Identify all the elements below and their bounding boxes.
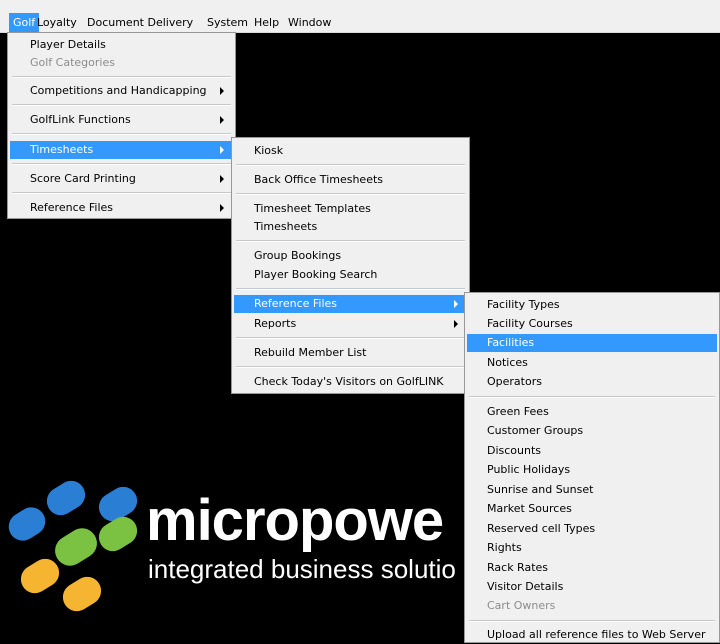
menu-item-timesheet-templates[interactable]: Timesheet Templates	[234, 200, 467, 218]
menu-item-operators[interactable]: Operators	[467, 373, 717, 391]
menu-separator	[236, 164, 465, 166]
menu-item-customer-groups[interactable]: Customer Groups	[467, 422, 717, 440]
menu-item-public-holidays[interactable]: Public Holidays	[467, 461, 717, 479]
menu-item-facility-courses[interactable]: Facility Courses	[467, 315, 717, 333]
menu-item-cart-owners: Cart Owners	[487, 599, 556, 612]
menu-bar: Golf Loyalty Document Delivery System He…	[0, 0, 720, 33]
menu-separator	[236, 366, 465, 368]
menu-item-score-card-printing[interactable]: Score Card Printing	[10, 170, 233, 188]
menu-item-reference-files[interactable]: Reference Files	[234, 295, 467, 313]
menu-item-market-sources[interactable]: Market Sources	[467, 500, 717, 518]
menu-item-label: GolfLink Functions	[30, 113, 131, 126]
menu-item-label: Score Card Printing	[30, 172, 136, 185]
menu-window[interactable]: Window	[284, 13, 335, 32]
menu-separator	[12, 133, 231, 135]
menu-system[interactable]: System	[203, 13, 252, 32]
menu-item-check-todays-visitors[interactable]: Check Today's Visitors on GolfLINK	[234, 373, 467, 391]
submenu-arrow-icon	[220, 87, 224, 95]
menu-item-group-bookings[interactable]: Group Bookings	[234, 247, 467, 265]
timesheets-submenu: Kiosk Back Office Timesheets Timesheet T…	[231, 137, 470, 394]
menu-separator	[236, 337, 465, 339]
menu-item-timesheets[interactable]: Timesheets	[10, 141, 233, 159]
menu-item-rights[interactable]: Rights	[467, 539, 717, 557]
submenu-arrow-icon	[454, 320, 458, 328]
menu-document-delivery[interactable]: Document Delivery	[83, 13, 197, 32]
menu-separator	[236, 193, 465, 195]
menu-separator	[469, 620, 715, 622]
menu-item-kiosk[interactable]: Kiosk	[234, 142, 467, 160]
menu-item-label: Reports	[254, 317, 297, 330]
menu-item-label: Reference Files	[254, 297, 338, 310]
menu-loyalty[interactable]: Loyalty	[33, 13, 81, 32]
menu-item-facility-types[interactable]: Facility Types	[467, 296, 717, 314]
menu-item-sunrise-sunset[interactable]: Sunrise and Sunset	[467, 481, 717, 499]
menu-item-reserved-cell-types[interactable]: Reserved cell Types	[467, 520, 717, 538]
reference-files-submenu: Facility Types Facility Courses Faciliti…	[464, 292, 720, 643]
menu-item-facilities[interactable]: Facilities	[467, 334, 717, 352]
menu-separator	[12, 104, 231, 106]
menu-item-rack-rates[interactable]: Rack Rates	[467, 559, 717, 577]
menu-item-player-details[interactable]: Player Details	[10, 36, 233, 54]
submenu-arrow-icon	[220, 146, 224, 154]
menu-separator	[12, 163, 231, 165]
brand-name: micropowe	[146, 488, 444, 553]
menu-item-label: Competitions and Handicapping	[30, 84, 207, 97]
menu-item-back-office-timesheets[interactable]: Back Office Timesheets	[234, 171, 467, 189]
menu-item-competitions-handicapping[interactable]: Competitions and Handicapping	[10, 82, 233, 100]
menu-item-timesheets[interactable]: Timesheets	[234, 218, 467, 236]
menu-help[interactable]: Help	[250, 13, 283, 32]
menu-item-reports[interactable]: Reports	[234, 315, 467, 333]
menu-item-reference-files[interactable]: Reference Files	[10, 199, 233, 217]
menu-item-label: Timesheets	[30, 143, 94, 156]
menu-separator	[12, 76, 231, 78]
menu-item-upload-reference-files[interactable]: Upload all reference files to Web Server	[467, 626, 717, 644]
menu-item-visitor-details[interactable]: Visitor Details	[467, 578, 717, 596]
menu-item-golf-categories: Golf Categories	[30, 56, 115, 69]
menu-item-label: Reference Files	[30, 201, 114, 214]
brand-tagline: integrated business solutio	[148, 554, 456, 584]
menu-item-green-fees[interactable]: Green Fees	[467, 403, 717, 421]
menu-item-discounts[interactable]: Discounts	[467, 442, 717, 460]
menu-item-golflink-functions[interactable]: GolfLink Functions	[10, 111, 233, 129]
submenu-arrow-icon	[454, 300, 458, 308]
submenu-arrow-icon	[220, 175, 224, 183]
submenu-arrow-icon	[220, 116, 224, 124]
menu-separator	[12, 192, 231, 194]
menu-item-player-booking-search[interactable]: Player Booking Search	[234, 266, 467, 284]
menu-separator	[236, 288, 465, 290]
menu-item-notices[interactable]: Notices	[467, 354, 717, 372]
golf-menu: Player Details Golf Categories Competiti…	[7, 32, 236, 219]
menu-separator	[469, 396, 715, 398]
menu-item-rebuild-member-list[interactable]: Rebuild Member List	[234, 344, 467, 362]
menu-separator	[236, 240, 465, 242]
submenu-arrow-icon	[220, 204, 224, 212]
